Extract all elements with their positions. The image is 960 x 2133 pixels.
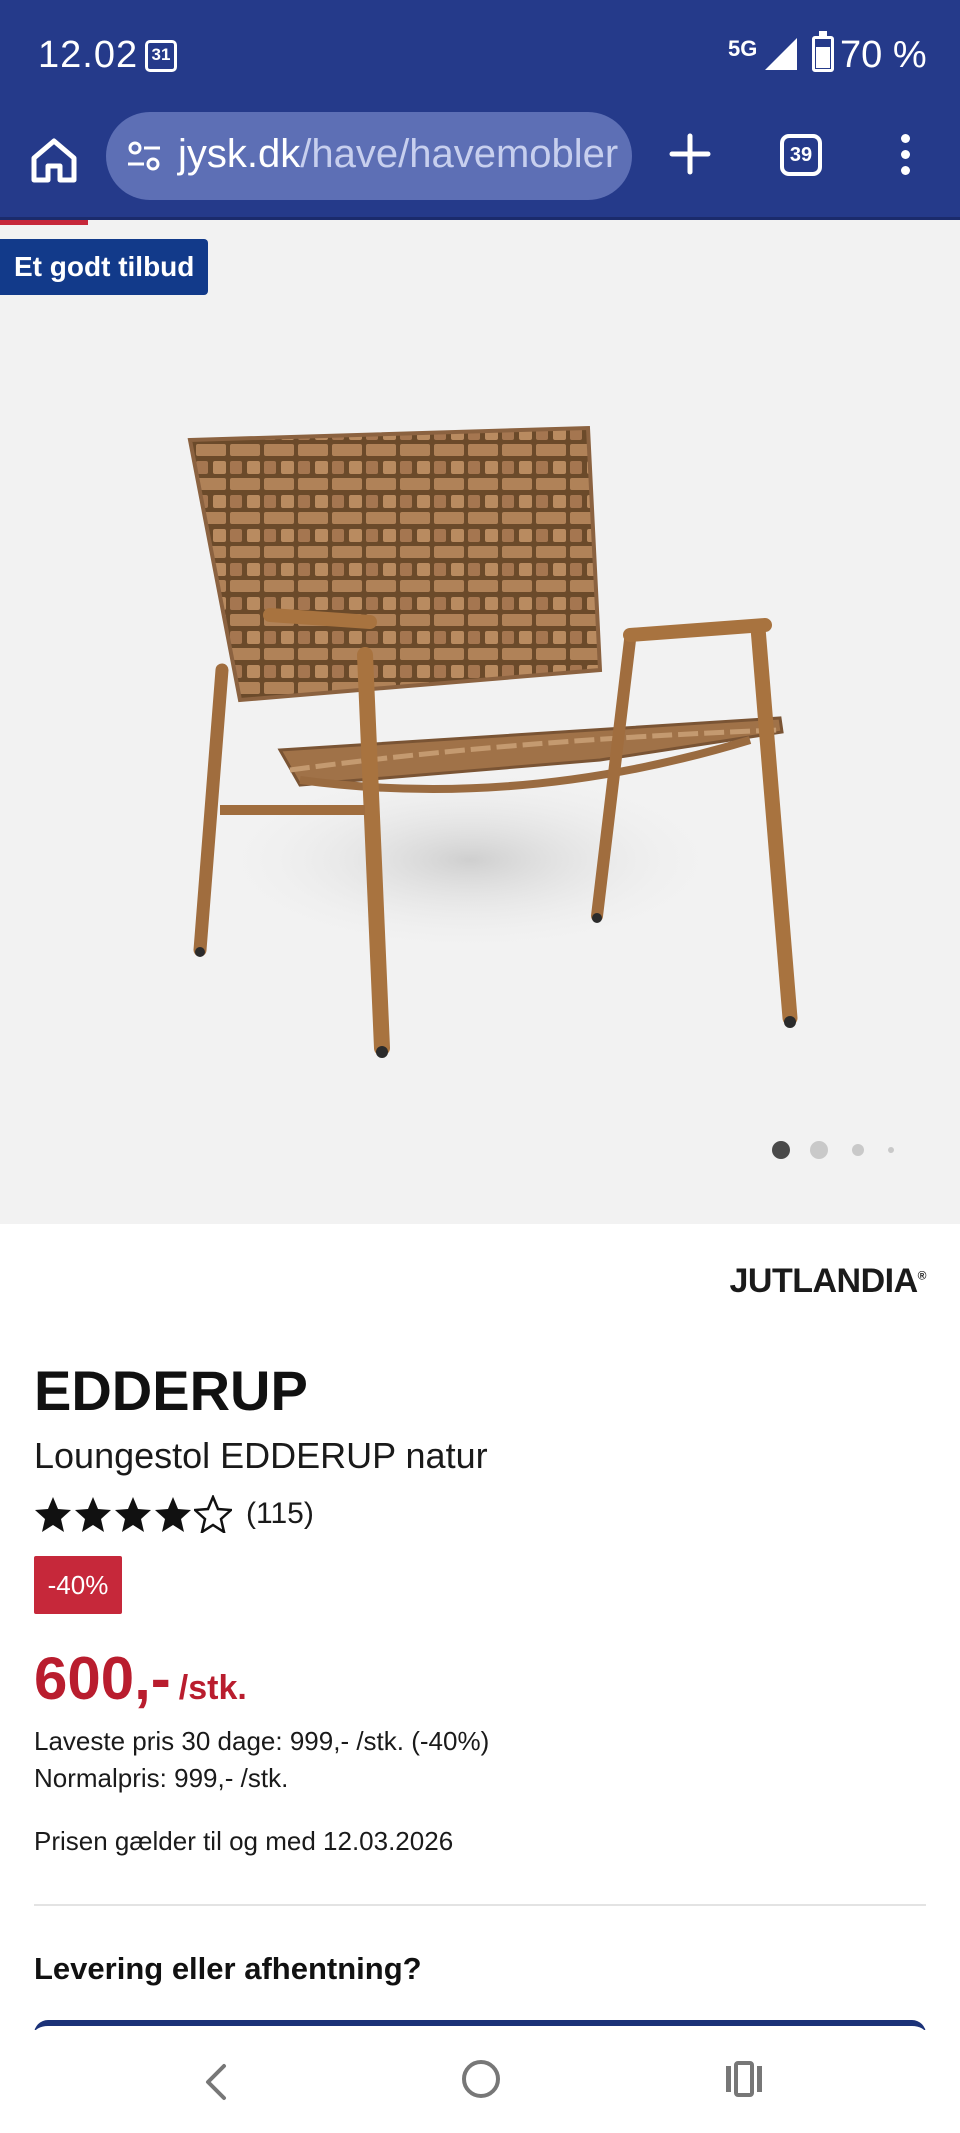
- back-icon[interactable]: [196, 2060, 236, 2104]
- product-title: EDDERUP: [34, 1359, 308, 1422]
- url-domain: jysk.dk: [178, 132, 301, 176]
- price-valid-until: Prisen gælder til og med 12.03.2026: [34, 1826, 454, 1856]
- product-description: Loungestol EDDERUP natur: [34, 1435, 488, 1476]
- nav-home-icon[interactable]: [462, 2060, 500, 2098]
- new-tab-button[interactable]: [666, 130, 714, 178]
- network-type: 5G: [728, 36, 758, 61]
- system-nav-bar: [0, 2030, 960, 2133]
- lowest-price-info: Laveste pris 30 dage: 999,- /stk. (-40%): [34, 1726, 490, 1756]
- star-filled-icon: [35, 1497, 71, 1532]
- browser-toolbar: jysk.dk/have/havemobler 39: [0, 112, 960, 220]
- star-empty-icon: [194, 1495, 232, 1533]
- offer-badge: Et godt tilbud: [0, 239, 209, 295]
- status-bar: 12.02 31 5G 70 %: [0, 0, 960, 112]
- delivery-heading: Levering eller afhentning?: [34, 1951, 422, 1986]
- section-divider: [34, 1904, 926, 1906]
- product-gallery[interactable]: Et godt tilbud: [0, 220, 960, 1224]
- address-bar[interactable]: jysk.dk/have/havemobler: [106, 112, 632, 200]
- rating-count[interactable]: (115): [246, 1497, 314, 1531]
- gallery-dot-3[interactable]: [852, 1144, 864, 1156]
- battery-icon: [812, 31, 834, 72]
- discount-badge: -40%: [34, 1556, 122, 1614]
- home-icon: [31, 138, 77, 183]
- star-filled-icon: [115, 1497, 151, 1532]
- rating-stars: [34, 1495, 234, 1533]
- label-strip: [0, 220, 88, 225]
- price: 600,-/stk.: [34, 1644, 247, 1713]
- tabs-button[interactable]: 39: [780, 134, 822, 176]
- status-time: 12.02: [38, 34, 139, 76]
- plus-icon: [669, 133, 711, 175]
- price-unit: /stk.: [178, 1669, 247, 1707]
- battery-percent: 70 %: [840, 34, 927, 76]
- url-path: /have/havemobler: [300, 132, 619, 176]
- more-vert-icon[interactable]: [890, 134, 920, 182]
- home-button[interactable]: [28, 134, 80, 186]
- star-filled-icon: [75, 1497, 111, 1532]
- gallery-dot-1[interactable]: [772, 1141, 790, 1159]
- price-amount: 600,-: [34, 1645, 171, 1712]
- gallery-dot-4[interactable]: [888, 1147, 894, 1153]
- tune-icon[interactable]: [126, 138, 162, 174]
- url-text: jysk.dk/have/havemobler: [178, 132, 618, 177]
- product-image-chair: [187, 425, 798, 1058]
- star-filled-icon: [155, 1497, 191, 1532]
- brand-logo[interactable]: JUTLANDIA®: [729, 1262, 926, 1301]
- product-rating[interactable]: (115): [34, 1492, 314, 1536]
- calendar-day: 31: [151, 45, 171, 64]
- normal-price-info: Normalpris: 999,- /stk.: [34, 1763, 289, 1793]
- recents-icon[interactable]: [724, 2060, 764, 2098]
- brand-name: JUTLANDIA: [729, 1262, 918, 1300]
- gallery-dot-2[interactable]: [810, 1141, 828, 1159]
- signal-icon: [765, 38, 797, 70]
- calendar-icon: 31: [145, 40, 177, 72]
